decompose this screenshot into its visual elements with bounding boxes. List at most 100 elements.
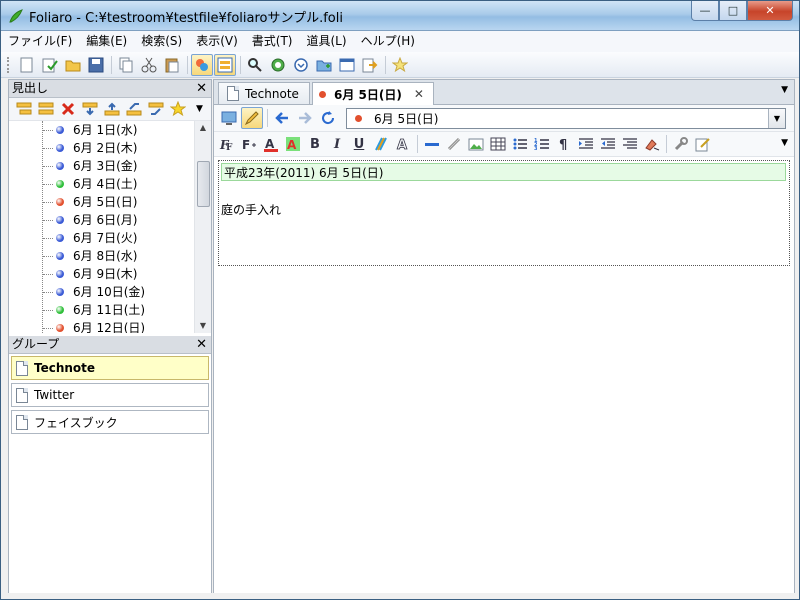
new-file-icon[interactable] [16, 54, 38, 76]
outline-pane-header: 見出し ✕ [9, 80, 211, 98]
outline-text-icon[interactable]: A [392, 134, 414, 154]
tree-connector [43, 166, 53, 167]
outline-item[interactable]: 6月 5日(日) [9, 193, 211, 211]
history-icon[interactable] [290, 54, 312, 76]
paragraph-mark-icon[interactable]: ¶ [553, 134, 575, 154]
promote-icon[interactable] [123, 98, 144, 120]
group-item-technote[interactable]: Technote [11, 356, 209, 380]
numbered-list-icon[interactable]: 123 [531, 134, 553, 154]
new-note-icon[interactable] [39, 54, 61, 76]
format-toolbar-overflow-icon[interactable]: ▼ [781, 138, 788, 148]
insert-heading-above-icon[interactable] [13, 98, 34, 120]
bullet-list-icon[interactable] [509, 134, 531, 154]
scroll-thumb[interactable] [197, 161, 210, 207]
horizontal-rule-icon[interactable] [421, 134, 443, 154]
tab-june-5[interactable]: 6月 5日(日) ✕ [312, 82, 434, 105]
maximize-button[interactable]: □ [719, 1, 747, 21]
menu-help[interactable]: ヘルプ(H) [354, 31, 422, 52]
menu-format[interactable]: 書式(T) [245, 31, 300, 52]
outline-item[interactable]: 6月 6日(月) [9, 211, 211, 229]
refresh-icon[interactable] [317, 107, 339, 129]
tab-technote[interactable]: Technote [218, 82, 310, 104]
outline-item[interactable]: 6月 2日(木) [9, 139, 211, 157]
outline-item[interactable]: 6月 4日(土) [9, 175, 211, 193]
title-bar[interactable]: Foliaro - C:¥testroom¥testfile¥foliaroサン… [1, 1, 799, 31]
copy-icon[interactable] [115, 54, 137, 76]
outline-item[interactable]: 6月 7日(火) [9, 229, 211, 247]
clear-format-icon[interactable] [641, 134, 663, 154]
menu-file[interactable]: ファイル(F) [1, 31, 79, 52]
save-icon[interactable] [85, 54, 107, 76]
outdent-icon[interactable] [597, 134, 619, 154]
folder-add-icon[interactable] [313, 54, 335, 76]
close-tab-icon[interactable]: ✕ [414, 87, 424, 101]
note-title-combobox[interactable]: 6月 5日(日) ▼ [346, 108, 786, 129]
combobox-arrow-icon[interactable]: ▼ [768, 109, 785, 128]
group-item-facebook[interactable]: フェイスブック [11, 410, 209, 434]
favorite-star-icon[interactable] [167, 98, 188, 120]
export-icon[interactable] [359, 54, 381, 76]
outline-item[interactable]: 6月 9日(木) [9, 265, 211, 283]
outline-toolbar-overflow-icon[interactable]: ▼ [189, 98, 210, 120]
tools-icon[interactable] [670, 134, 692, 154]
highlight-color-icon[interactable]: A [282, 134, 304, 154]
group-pane-toggle-icon[interactable] [214, 53, 236, 76]
tab-list-dropdown-icon[interactable]: ▼ [781, 85, 788, 95]
scroll-up-icon[interactable]: ▲ [195, 121, 211, 135]
outline-item[interactable]: 6月 10日(金) [9, 283, 211, 301]
note-body-text[interactable]: 庭の手入れ [221, 201, 281, 218]
tree-connector [43, 256, 53, 257]
outline-scrollbar[interactable]: ▲ ▼ [194, 121, 211, 333]
menu-edit[interactable]: 編集(E) [79, 31, 134, 52]
align-right-icon[interactable] [619, 134, 641, 154]
underline-button[interactable]: U [348, 134, 370, 154]
window-icon[interactable] [336, 54, 358, 76]
font-icon[interactable]: FF [216, 134, 238, 154]
outline-pane-toggle-icon[interactable] [191, 53, 213, 76]
insert-heading-below-icon[interactable] [35, 98, 56, 120]
close-window-button[interactable]: ✕ [747, 1, 793, 21]
outline-item[interactable]: 6月 8日(水) [9, 247, 211, 265]
menu-search[interactable]: 検索(S) [134, 31, 189, 52]
minimize-button[interactable]: — [691, 1, 719, 21]
toolbar-grip[interactable] [7, 56, 12, 73]
demote-icon[interactable] [145, 98, 166, 120]
bold-button[interactable]: B [304, 134, 326, 154]
italic-button[interactable]: I [326, 134, 348, 154]
note-date-heading[interactable]: 平成23年(2011) 6月 5日(日) [221, 163, 786, 181]
font-color-icon[interactable]: A [260, 134, 282, 154]
search-all-icon[interactable] [267, 54, 289, 76]
move-down-icon[interactable] [79, 98, 100, 120]
favorite-star-icon[interactable] [389, 54, 411, 76]
forward-arrow-icon[interactable] [294, 107, 316, 129]
link-icon[interactable] [443, 134, 465, 154]
insert-table-icon[interactable] [487, 134, 509, 154]
status-dot-icon [56, 234, 64, 242]
delete-heading-icon[interactable] [57, 98, 78, 120]
close-outline-pane-button[interactable]: ✕ [196, 80, 207, 97]
insert-image-icon[interactable] [465, 134, 487, 154]
outline-item[interactable]: 6月 12日(日) [9, 319, 211, 333]
move-up-icon[interactable] [101, 98, 122, 120]
paste-icon[interactable] [161, 54, 183, 76]
font-size-icon[interactable]: F [238, 134, 260, 154]
strikethrough-icon[interactable] [370, 134, 392, 154]
menu-view[interactable]: 表示(V) [189, 31, 245, 52]
open-folder-icon[interactable] [62, 54, 84, 76]
indent-icon[interactable] [575, 134, 597, 154]
cut-icon[interactable] [138, 54, 160, 76]
menu-tools[interactable]: 道具(L) [300, 31, 354, 52]
group-item-twitter[interactable]: Twitter [11, 383, 209, 407]
outline-item[interactable]: 6月 3日(金) [9, 157, 211, 175]
edit-mode-icon[interactable] [241, 107, 263, 129]
toolbar-separator [417, 135, 418, 153]
back-arrow-icon[interactable] [271, 107, 293, 129]
outline-item[interactable]: 6月 1日(水) [9, 121, 211, 139]
scroll-down-icon[interactable]: ▼ [195, 319, 211, 333]
edit-note-icon[interactable] [692, 134, 714, 154]
close-group-pane-button[interactable]: ✕ [196, 336, 207, 353]
view-mode-icon[interactable] [218, 107, 240, 129]
find-icon[interactable] [244, 54, 266, 76]
outline-item[interactable]: 6月 11日(土) [9, 301, 211, 319]
note-editor[interactable]: 平成23年(2011) 6月 5日(日) 庭の手入れ [218, 160, 790, 266]
